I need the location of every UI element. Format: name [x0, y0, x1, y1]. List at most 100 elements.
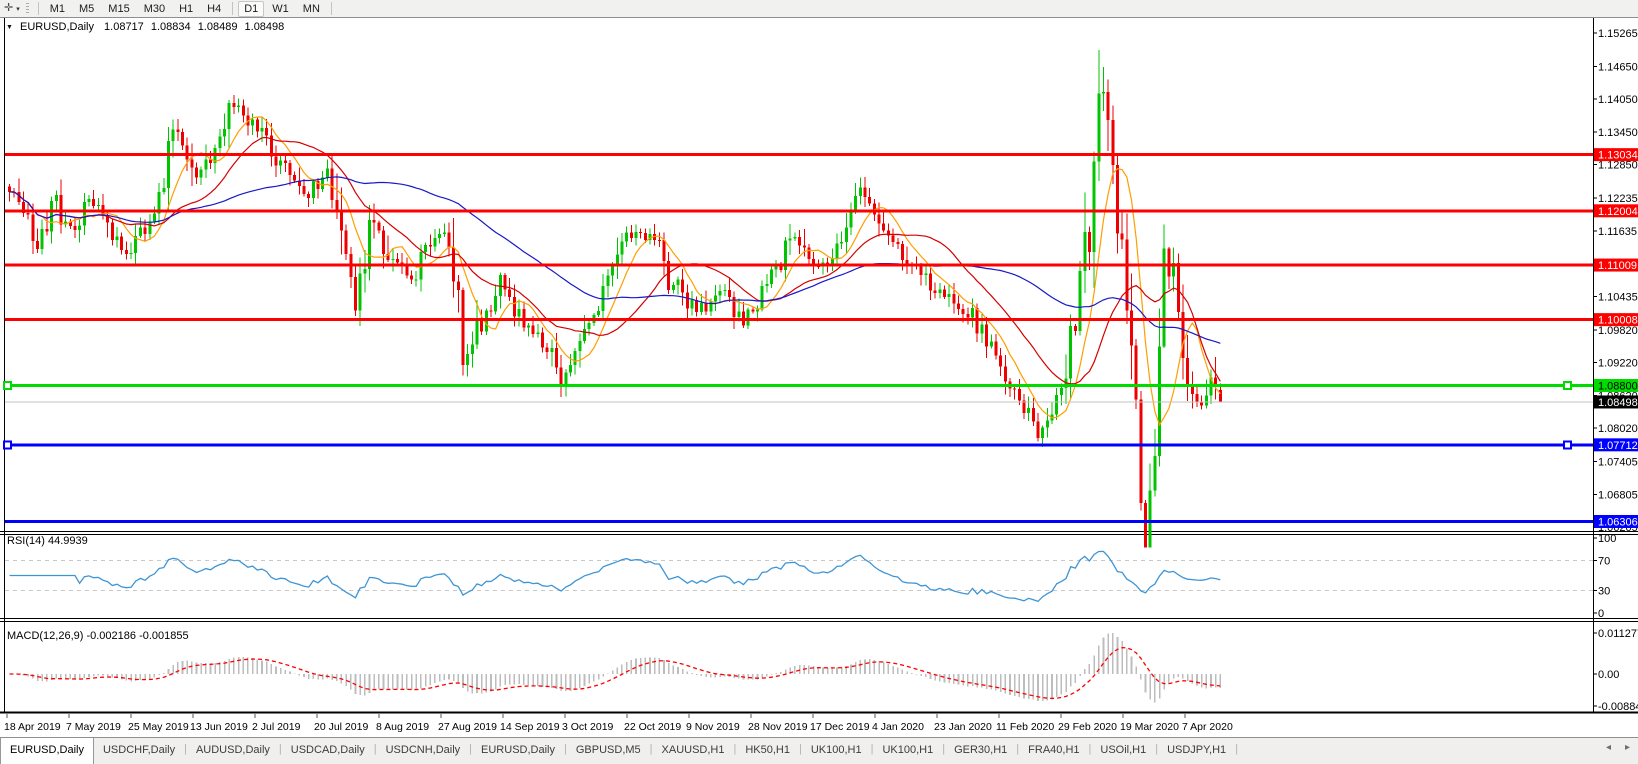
timeframe-button-m15[interactable]: M15 — [102, 1, 135, 17]
chart-tab-eurusd-daily[interactable]: EURUSD,Daily — [472, 738, 564, 764]
candle-body-down — [143, 227, 147, 235]
date-label: 28 Nov 2019 — [748, 721, 808, 733]
line-handle[interactable] — [1563, 440, 1572, 450]
candle-body-down — [1106, 91, 1110, 121]
toolbar-separator — [232, 2, 234, 15]
candle-body-down — [232, 102, 236, 107]
line-handle[interactable] — [3, 381, 12, 391]
candle-body-down — [489, 310, 493, 312]
timeframe-button-h4[interactable]: H4 — [201, 1, 227, 17]
candle-body-down — [807, 247, 811, 260]
rsi-scale-label: 30 — [1598, 586, 1610, 598]
chart-tab-usdcad-daily[interactable]: USDCAD,Daily — [282, 738, 374, 764]
candle-body-up — [737, 311, 741, 318]
date-label: 11 Feb 2020 — [996, 721, 1054, 733]
candle-body-up — [166, 140, 170, 188]
candle-body-up — [204, 159, 208, 170]
candle-body-down — [868, 196, 872, 204]
candle-body-up — [517, 308, 521, 317]
chart-tab-usdchf-daily[interactable]: USDCHF,Daily — [94, 738, 184, 764]
candle-body-down — [120, 236, 124, 250]
price-line-label: 1.12004 — [1598, 206, 1638, 218]
candle-body-down — [952, 294, 956, 304]
crosshair-tool-icon[interactable]: ✛ — [4, 3, 13, 14]
timeframe-button-m1[interactable]: M1 — [44, 1, 71, 17]
candle-body-up — [526, 325, 530, 328]
candle-body-down — [36, 241, 40, 249]
candle-body-up — [1204, 395, 1208, 406]
candle-body-up — [466, 354, 470, 366]
candle-body-up — [746, 309, 750, 326]
candle-body-up — [713, 295, 717, 302]
chart-title-high: 1.08834 — [150, 21, 191, 33]
candle-body-down — [344, 230, 348, 254]
bid-price-label: 1.08498 — [1598, 397, 1638, 409]
chart-tab-usdjpy-h1[interactable]: USDJPY,H1 — [1158, 738, 1235, 764]
candle-body-down — [396, 258, 400, 263]
chart-collapse-icon[interactable]: ▼ — [6, 24, 13, 31]
candle-body-down — [1120, 233, 1124, 240]
candle-body-up — [1101, 91, 1105, 94]
candle-body-up — [578, 341, 582, 351]
timeframe-button-m30[interactable]: M30 — [138, 1, 171, 17]
candle-body-down — [377, 222, 381, 231]
timeframe-button-m5[interactable]: M5 — [73, 1, 100, 17]
candle-body-down — [372, 219, 376, 223]
candle-body-up — [625, 232, 629, 242]
chart-tab-fra40-h1[interactable]: FRA40,H1 — [1019, 738, 1088, 764]
candle-body-down — [1115, 165, 1119, 234]
candle-body-down — [1017, 389, 1021, 401]
chart-tab-usoil-h1[interactable]: USOil,H1 — [1091, 738, 1155, 764]
candle-body-up — [171, 129, 175, 141]
candle-body-down — [863, 187, 867, 197]
candle-body-down — [928, 273, 932, 291]
candle-body-down — [798, 236, 802, 246]
candle-body-up — [87, 198, 91, 202]
chart-tab-xauusd-h1[interactable]: XAUUSD,H1 — [653, 738, 734, 764]
candle-body-up — [223, 129, 227, 137]
y-tick-label: 1.14650 — [1598, 62, 1638, 74]
line-handle[interactable] — [1563, 381, 1572, 391]
chevron-down-icon[interactable]: ▾ — [16, 5, 20, 13]
candle-body-up — [924, 273, 928, 275]
chart-tab-bar: EURUSD,Daily USDCHF,Daily | AUDUSD,Daily | US… — [0, 737, 1638, 764]
tab-scroll-left-icon[interactable]: ◂ — [1606, 742, 1611, 753]
candle-body-up — [363, 269, 367, 274]
line-handle[interactable] — [3, 440, 12, 450]
chart-tab-usdcnh-daily[interactable]: USDCNH,Daily — [377, 738, 470, 764]
chart-tab-gbpusd-m5[interactable]: GBPUSD,M5 — [567, 738, 650, 764]
timeframe-button-mn[interactable]: MN — [297, 1, 326, 17]
timeframe-button-d1[interactable]: D1 — [238, 0, 265, 17]
candle-body-up — [1158, 346, 1162, 457]
chart-tab-eurusd-daily[interactable]: EURUSD,Daily — [0, 738, 94, 764]
candle-body-down — [1139, 399, 1143, 504]
candle-body-up — [367, 219, 371, 270]
toolbar-grip[interactable] — [25, 3, 29, 14]
date-label: 7 May 2019 — [66, 721, 121, 733]
candle-body-down — [531, 325, 535, 334]
candle-body-down — [92, 198, 96, 207]
candle-body-down — [26, 212, 30, 215]
chart-tab-uk100-h1[interactable]: UK100,H1 — [873, 738, 942, 764]
candle-body-up — [569, 365, 572, 373]
candle-body-up — [1162, 248, 1166, 347]
chart-canvas[interactable]: 1.152651.146501.140501.134501.128501.122… — [0, 18, 1638, 737]
timeframe-button-w1[interactable]: W1 — [266, 1, 295, 17]
candle-body-up — [237, 105, 241, 107]
candle-body-down — [727, 290, 731, 298]
chart-tab-hk50-h1[interactable]: HK50,H1 — [736, 738, 799, 764]
candle-body-up — [1097, 93, 1101, 162]
chart-tab-uk100-h1[interactable]: UK100,H1 — [802, 738, 871, 764]
tab-scroll-right-icon[interactable]: ▸ — [1625, 742, 1630, 753]
candle-body-down — [751, 309, 755, 312]
moving-average-line-21 — [9, 136, 1221, 385]
timeframe-button-h1[interactable]: H1 — [173, 1, 199, 17]
candle-body-down — [382, 230, 385, 254]
candle-body-down — [886, 230, 890, 236]
chart-tab-ger30-h1[interactable]: GER30,H1 — [945, 738, 1016, 764]
candle-body-down — [1003, 366, 1007, 382]
date-label: 20 Jul 2019 — [314, 721, 368, 733]
candle-body-up — [148, 221, 152, 235]
candle-body-up — [770, 269, 774, 285]
chart-tab-audusd-daily[interactable]: AUDUSD,Daily — [187, 738, 279, 764]
